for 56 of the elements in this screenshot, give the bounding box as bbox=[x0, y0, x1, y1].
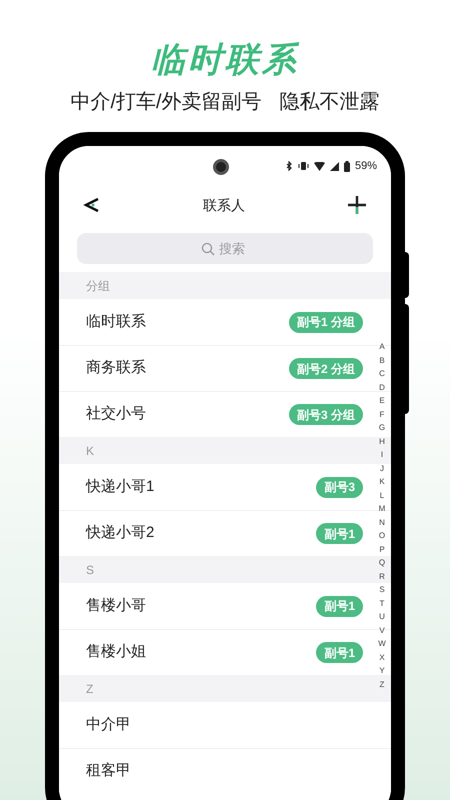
index-letter[interactable]: I bbox=[377, 448, 387, 462]
search-icon bbox=[201, 242, 215, 256]
contact-name: 商务联系 bbox=[86, 358, 146, 378]
contact-name: 售楼小姐 bbox=[86, 642, 146, 662]
index-letter[interactable]: D bbox=[377, 380, 387, 394]
contact-row[interactable]: 租客甲 bbox=[59, 748, 391, 794]
camera-icon bbox=[213, 159, 229, 175]
index-letter[interactable]: B bbox=[377, 354, 387, 367]
index-letter[interactable]: S bbox=[377, 583, 387, 596]
search-input[interactable]: 搜索 bbox=[219, 238, 249, 258]
index-letter[interactable]: P bbox=[377, 542, 387, 556]
index-letter[interactable]: Q bbox=[377, 556, 387, 570]
index-letter[interactable]: N bbox=[377, 516, 387, 529]
index-letter[interactable]: Z bbox=[377, 678, 387, 691]
contact-name: 快递小哥2 bbox=[86, 523, 154, 544]
index-letter[interactable]: H bbox=[377, 434, 387, 448]
bluetooth-icon bbox=[286, 161, 293, 171]
section-header: 分组 bbox=[59, 272, 391, 299]
nav-title: 联系人 bbox=[203, 196, 245, 214]
index-letter[interactable]: L bbox=[377, 488, 387, 502]
contact-name: 快递小哥1 bbox=[86, 476, 154, 497]
number-tag: 副号1 bbox=[316, 596, 363, 616]
index-letter[interactable]: J bbox=[377, 462, 387, 475]
headline: 临时联系 bbox=[151, 40, 299, 81]
subtitle: 中介/打车/外卖留副号 bbox=[70, 90, 262, 115]
number-tag: 副号1 bbox=[316, 642, 363, 663]
add-button[interactable] bbox=[347, 195, 367, 215]
battery-level: 59% bbox=[354, 158, 377, 174]
index-letter[interactable]: F bbox=[377, 408, 387, 421]
index-letter[interactable]: E bbox=[377, 394, 387, 408]
index-letter[interactable]: O bbox=[377, 529, 387, 542]
vibrate-icon bbox=[298, 161, 309, 171]
subtitle: 隐私不泄露 bbox=[280, 90, 380, 115]
number-tag: 副号3 分组 bbox=[288, 404, 363, 425]
number-tag: 副号1 bbox=[316, 523, 363, 544]
contact-name: 租客甲 bbox=[86, 761, 131, 782]
contact-name: 售楼小哥 bbox=[86, 596, 146, 616]
index-letter[interactable]: K bbox=[377, 475, 387, 488]
index-letter[interactable]: U bbox=[377, 610, 387, 624]
back-button[interactable] bbox=[83, 196, 101, 214]
number-tag: 副号3 bbox=[316, 476, 363, 498]
index-letter[interactable]: T bbox=[377, 596, 387, 610]
index-letter[interactable]: Y bbox=[377, 664, 387, 678]
contact-name: 社交小号 bbox=[86, 404, 146, 424]
contact-name: 中介甲 bbox=[86, 714, 131, 735]
index-letter[interactable]: C bbox=[377, 367, 387, 380]
number-tag: 副号2 分组 bbox=[288, 358, 363, 379]
index-letter[interactable]: G bbox=[377, 421, 387, 434]
wifi-icon bbox=[314, 162, 325, 170]
index-letter[interactable]: R bbox=[377, 570, 387, 583]
index-letter[interactable]: W bbox=[377, 637, 387, 650]
number-tag: 副号1 分组 bbox=[288, 312, 363, 332]
battery-icon bbox=[344, 160, 350, 172]
index-letter[interactable]: X bbox=[377, 650, 387, 664]
contact-name: 临时联系 bbox=[86, 312, 146, 332]
signal-icon bbox=[330, 162, 339, 170]
